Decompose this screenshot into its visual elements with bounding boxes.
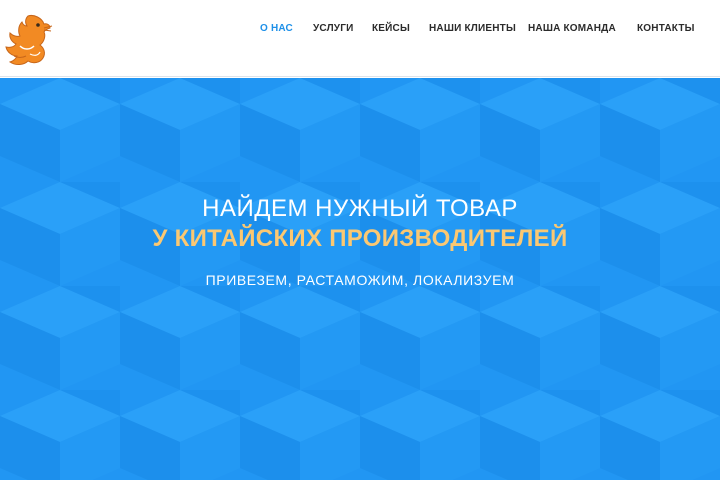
nav-item-cases[interactable]: КЕЙСЫ — [372, 22, 410, 36]
nav-item-about[interactable]: О НАС — [260, 22, 293, 36]
dragon-logo-icon[interactable] — [0, 12, 54, 70]
hero-section: НАЙДЕМ НУЖНЫЙ ТОВАР У КИТАЙСКИХ ПРОИЗВОД… — [0, 78, 720, 480]
nav-item-clients[interactable]: НАШИ КЛИЕНТЫ — [429, 22, 516, 36]
nav-item-team[interactable]: НАША КОМАНДА — [528, 22, 616, 36]
hero-title: НАЙДЕМ НУЖНЫЙ ТОВАР — [202, 195, 518, 222]
site-header: О НАС УСЛУГИ КЕЙСЫ НАШИ КЛИЕНТЫ НАША КОМ… — [0, 0, 720, 77]
nav-item-contacts[interactable]: КОНТАКТЫ — [637, 22, 695, 36]
nav-item-services[interactable]: УСЛУГИ — [313, 22, 354, 36]
hero-tagline: ПРИВЕЗЕМ, РАСТАМОЖИМ, ЛОКАЛИЗУЕМ — [205, 272, 515, 288]
hero-subtitle: У КИТАЙСКИХ ПРОИЗВОДИТЕЛЕЙ — [152, 225, 568, 252]
main-nav: О НАС УСЛУГИ КЕЙСЫ НАШИ КЛИЕНТЫ НАША КОМ… — [0, 22, 720, 36]
